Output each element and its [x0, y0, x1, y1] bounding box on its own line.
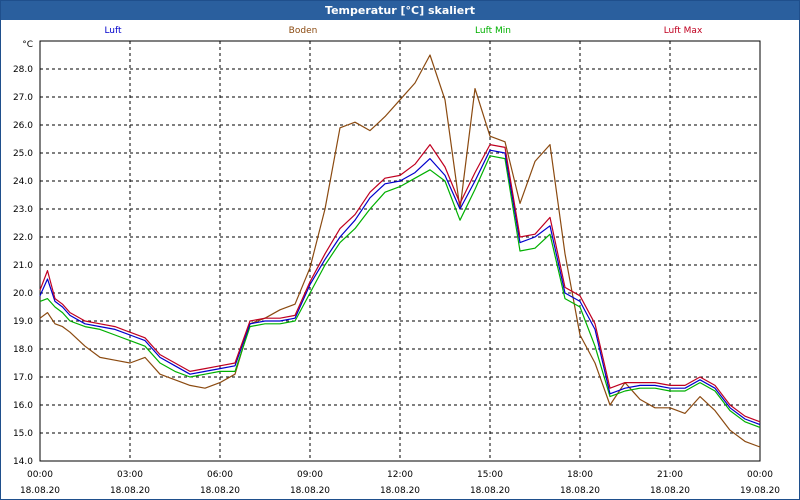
x-tick-time: 21:00: [657, 470, 683, 480]
y-tick-label: 28.0: [13, 65, 33, 75]
x-tick-time: 18:00: [567, 470, 593, 480]
y-tick-label: 17.0: [13, 373, 33, 383]
legend-item: Boden: [289, 26, 318, 36]
y-tick-label: 16.0: [13, 401, 33, 411]
y-tick-label: 25.0: [13, 149, 33, 159]
legend: Luft Boden Luft Min Luft Max: [104, 26, 703, 36]
y-tick-labels: 14.0 15.0 16.0 17.0 18.0 19.0 20.0 21.0 22.0 23.0…: [13, 65, 33, 467]
x-tick-labels: 00:00 18.08.20 03:00 18.08.20 06:00 18.08.20 0…: [20, 470, 780, 496]
x-tick-date: 18.08.20: [380, 486, 420, 496]
y-tick-label: 26.0: [13, 121, 33, 131]
legend-item: Luft: [104, 26, 122, 36]
x-tick-date: 18.08.20: [650, 486, 690, 496]
x-tick-date: 18.08.20: [560, 486, 600, 496]
legend-item: Luft Max: [664, 26, 703, 36]
x-tick-time: 09:00: [297, 470, 323, 480]
x-tick-time: 00:00: [747, 470, 773, 480]
x-tick-date: 18.08.20: [110, 486, 150, 496]
y-tick-label: 22.0: [13, 233, 33, 243]
x-tick-date: 19.08.20: [740, 486, 780, 496]
y-tick-label: 23.0: [13, 205, 33, 215]
x-tick-time: 06:00: [207, 470, 233, 480]
legend-item: Luft Min: [475, 26, 511, 36]
y-tick-label: 15.0: [13, 429, 33, 439]
y-tick-label: 21.0: [13, 261, 33, 271]
x-tick-time: 00:00: [27, 470, 53, 480]
y-tick-label: 27.0: [13, 93, 33, 103]
chart-canvas: °C 14.0 15.0 16.0 17.0 18.0 19.0 20.0 21.0 22.0 2…: [13, 26, 780, 496]
y-tick-label: 20.0: [13, 289, 33, 299]
x-tick-time: 15:00: [477, 470, 503, 480]
y-unit-label: °C: [22, 40, 33, 50]
x-tick-date: 18.08.20: [470, 486, 510, 496]
y-tick-label: 14.0: [13, 457, 33, 467]
x-tick-date: 18.08.20: [200, 486, 240, 496]
x-tick-date: 18.08.20: [290, 486, 330, 496]
y-tick-label: 24.0: [13, 177, 33, 187]
x-tick-time: 03:00: [117, 470, 143, 480]
x-tick-time: 12:00: [387, 470, 413, 480]
x-tick-date: 18.08.20: [20, 486, 60, 496]
y-tick-label: 19.0: [13, 317, 33, 327]
y-tick-label: 18.0: [13, 345, 33, 355]
